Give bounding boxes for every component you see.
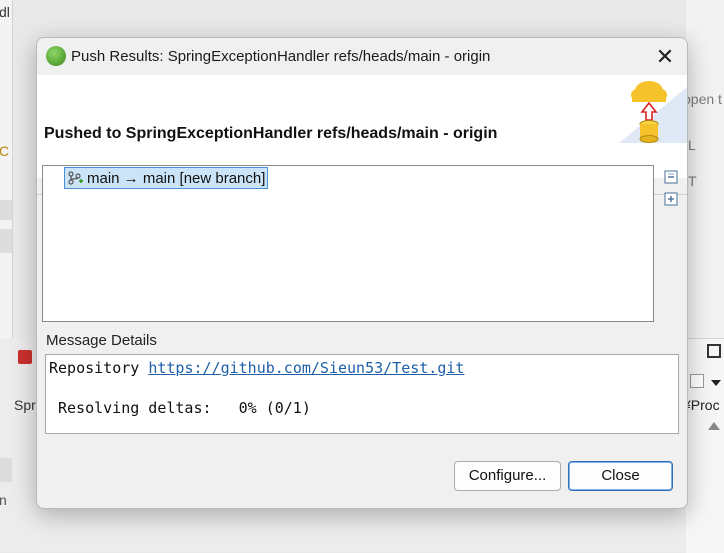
message-details-label: Message Details [46, 332, 157, 349]
close-icon[interactable]: ✕ [651, 44, 679, 70]
background-text-fragment: Spr [14, 397, 36, 413]
background-right-lower [686, 338, 724, 553]
maximize-icon[interactable] [707, 344, 721, 358]
background-strip [0, 200, 12, 220]
progress-text: Resolving deltas: 0% (0/1) [58, 399, 311, 417]
branch-add-icon [68, 171, 83, 185]
background-text-fragment: L [688, 137, 696, 153]
spring-leaf-icon [46, 46, 66, 66]
background-text-fragment: C [0, 143, 10, 159]
header-banner: Pushed to SpringExceptionHandler refs/he… [37, 75, 687, 195]
background-text-fragment: ¥Proc [683, 397, 720, 413]
background-tool-icon [18, 350, 32, 364]
close-button[interactable]: Close [568, 461, 673, 491]
scroll-up-icon[interactable] [708, 422, 720, 430]
collapse-all-icon[interactable] [664, 170, 678, 184]
title-bar: Push Results: SpringExceptionHandler ref… [37, 38, 687, 75]
background-text-fragment: open t [683, 91, 722, 107]
push-results-tree[interactable]: main → main [new branch] [42, 165, 654, 322]
background-text-fragment: T [688, 173, 697, 189]
background-text-fragment: dl [0, 4, 10, 20]
dropdown-arrow-icon[interactable] [711, 380, 721, 386]
expand-all-icon[interactable] [664, 192, 678, 206]
background-strip [0, 458, 12, 482]
repository-link[interactable]: https://github.com/Sieun53/Test.git [148, 359, 464, 377]
background-toolbar-icon [690, 374, 704, 388]
repository-label: Repository [49, 359, 140, 377]
push-results-dialog: Push Results: SpringExceptionHandler ref… [36, 37, 688, 509]
cloud-upload-repository-icon [619, 81, 687, 143]
page-title: Pushed to SpringExceptionHandler refs/he… [44, 125, 498, 142]
background-strip [0, 229, 12, 253]
list-item[interactable]: main → main [new branch] [64, 167, 269, 189]
configure-button[interactable]: Configure... [454, 461, 561, 491]
message-details-box[interactable]: Repository https://github.com/Sieun53/Te… [45, 354, 679, 434]
list-item-label: main → main [new branch] [87, 169, 266, 187]
background-text-fragment: n [0, 492, 7, 508]
repository-line: Repository https://github.com/Sieun53/Te… [49, 359, 464, 377]
window-title: Push Results: SpringExceptionHandler ref… [71, 48, 491, 65]
